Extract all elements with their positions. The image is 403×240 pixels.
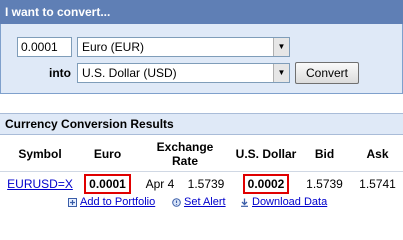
- header-usd: U.S. Dollar: [235, 136, 297, 172]
- results-title: Currency Conversion Results: [5, 117, 174, 131]
- footer-links: Add to Portfolio Set Alert Download Data: [0, 195, 403, 211]
- set-alert-link[interactable]: Set Alert: [184, 196, 226, 208]
- to-currency-select[interactable]: U.S. Dollar (USD) ▼: [77, 63, 290, 83]
- cell-bid: 1.5739: [306, 177, 343, 191]
- header-rate-line2: Rate: [171, 153, 198, 168]
- header-euro: Euro: [80, 136, 135, 172]
- rate-value: 1.5739: [187, 177, 225, 191]
- converter-header: I want to convert...: [0, 0, 403, 24]
- download-icon: [241, 198, 248, 207]
- convert-button[interactable]: Convert: [295, 62, 359, 84]
- table-row: EURUSD=X 0.0001 Apr 4 1.5739 0.0002 1.57…: [0, 172, 403, 197]
- from-currency-select[interactable]: Euro (EUR) ▼: [77, 37, 290, 57]
- euro-amount: 0.0001: [84, 174, 131, 194]
- chevron-down-icon[interactable]: ▼: [273, 64, 289, 82]
- header-symbol: Symbol: [0, 136, 80, 172]
- results-table: Symbol Euro Exchange Rate U.S. Dollar Bi…: [0, 136, 403, 196]
- converter-title: I want to convert...: [5, 5, 111, 19]
- download-data-link[interactable]: Download Data: [252, 196, 327, 208]
- cell-ask: 1.5741: [359, 177, 396, 191]
- header-ask: Ask: [352, 136, 403, 172]
- table-header-row: Symbol Euro Exchange Rate U.S. Dollar Bi…: [0, 136, 403, 172]
- header-rate-line1: Exchange: [156, 139, 214, 154]
- alert-icon: [172, 198, 181, 207]
- cell-usd: 0.0002: [235, 172, 297, 197]
- add-to-portfolio-link[interactable]: Add to Portfolio: [80, 196, 155, 208]
- usd-amount: 0.0002: [242, 174, 290, 194]
- amount-input[interactable]: [17, 37, 72, 57]
- rate-date: Apr 4: [145, 177, 175, 191]
- header-exchange-rate: Exchange Rate: [135, 136, 235, 172]
- symbol-link[interactable]: EURUSD=X: [7, 177, 73, 191]
- converter-panel: Euro (EUR) ▼ into U.S. Dollar (USD) ▼ Co…: [0, 24, 403, 94]
- results-header: Currency Conversion Results: [0, 113, 403, 135]
- into-label: into: [49, 66, 71, 80]
- header-bid: Bid: [297, 136, 352, 172]
- from-currency-value: Euro (EUR): [82, 40, 145, 54]
- portfolio-icon: [68, 198, 77, 207]
- chevron-down-icon[interactable]: ▼: [273, 38, 289, 56]
- to-currency-value: U.S. Dollar (USD): [82, 66, 177, 80]
- cell-exchange-rate: Apr 4 1.5739: [135, 172, 235, 197]
- cell-symbol: EURUSD=X: [0, 172, 80, 197]
- cell-euro: 0.0001: [80, 172, 135, 197]
